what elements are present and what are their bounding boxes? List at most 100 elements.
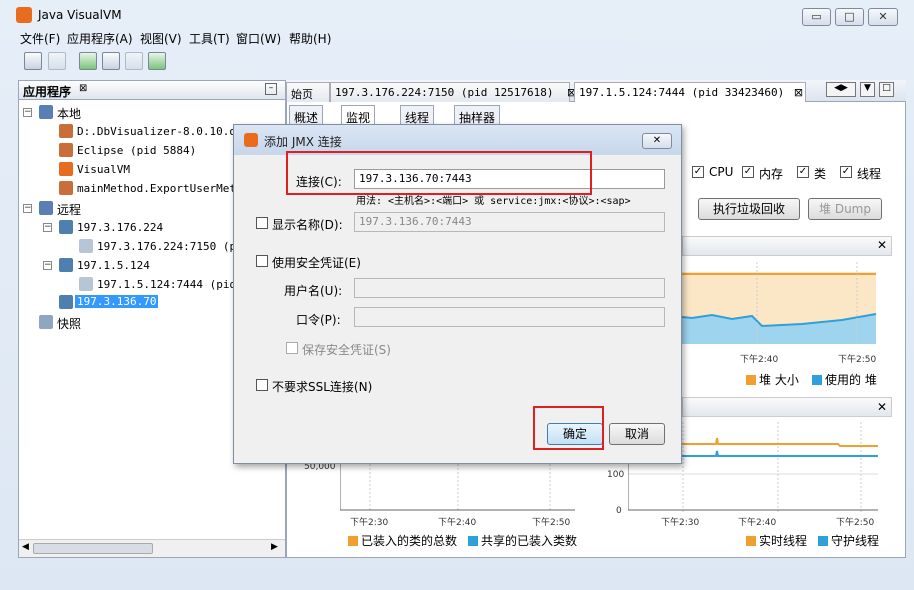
threads-panel-close-icon[interactable]: ✕ bbox=[877, 400, 887, 414]
classes-check-label: 类 bbox=[814, 167, 827, 181]
use-security-checkbox[interactable] bbox=[256, 255, 268, 267]
tree-item-mainmethod[interactable]: mainMethod.ExportUserMetho bbox=[77, 182, 249, 195]
heap-dump-button[interactable]: 堆 Dump bbox=[808, 198, 882, 220]
heap-dump-icon[interactable] bbox=[102, 52, 120, 70]
tab-conn-2[interactable]: 197.1.5.124:7444 (pid 33423460) ⊠ bbox=[574, 82, 806, 102]
classes-x-tick: 下午2:30 bbox=[350, 518, 389, 528]
dialog-close-button[interactable]: ✕ bbox=[642, 133, 672, 149]
legend-swatch bbox=[746, 536, 756, 546]
panel-title: 应用程序 bbox=[23, 85, 72, 99]
panel-minimize-icon[interactable]: – bbox=[265, 83, 277, 95]
open-snapshot-icon[interactable] bbox=[24, 52, 42, 70]
username-input[interactable] bbox=[354, 278, 665, 298]
tab-sampler[interactable]: 抽样器 bbox=[454, 105, 501, 126]
tree-conn-1[interactable]: 197.3.176.224:7150 (pid bbox=[97, 240, 249, 253]
classes-checkbox[interactable]: ✓ bbox=[797, 166, 809, 178]
visualvm-app-icon bbox=[16, 7, 32, 23]
display-name-checkbox[interactable] bbox=[256, 217, 268, 229]
heap-x-tick: 下午2:50 bbox=[838, 355, 877, 365]
tree-host-selected[interactable]: 197.3.136.70 bbox=[75, 295, 159, 308]
highlight-ok-box bbox=[533, 406, 604, 450]
memory-checkbox[interactable]: ✓ bbox=[742, 166, 754, 178]
cpu-check-label: CPU bbox=[709, 165, 734, 179]
tab-start-page[interactable]: 始页 bbox=[286, 82, 330, 102]
tree-remote-group[interactable]: 远程 bbox=[57, 201, 81, 218]
threads-panel-header bbox=[682, 397, 892, 417]
heap-panel-close-icon[interactable]: ✕ bbox=[877, 238, 887, 252]
threads-x-tick: 下午2:50 bbox=[836, 518, 875, 528]
tab-conn-1[interactable]: 197.3.176.224:7150 (pid 12517618) ⊠ bbox=[330, 82, 576, 102]
window-title: Java VisualVM bbox=[38, 8, 122, 22]
horizontal-scrollbar[interactable]: ◀ ▶ bbox=[19, 539, 285, 557]
threads-x-tick: 下午2:30 bbox=[661, 518, 700, 528]
panel-header: 应用程序 ⊠ – bbox=[19, 81, 285, 100]
tree-host-1[interactable]: 197.3.176.224 bbox=[77, 221, 163, 234]
maximize-button[interactable]: □ bbox=[835, 8, 864, 26]
thread-dump-icon[interactable] bbox=[125, 52, 143, 70]
tree-item-visualvm[interactable]: VisualVM bbox=[77, 163, 130, 176]
no-ssl-checkbox[interactable] bbox=[256, 379, 268, 391]
close-button[interactable]: ✕ bbox=[868, 8, 898, 26]
legend-used-heap-label: 使用的 堆 bbox=[825, 373, 877, 387]
tab-threads[interactable]: 线程 bbox=[400, 105, 435, 126]
menu-tools[interactable]: 工具(T) bbox=[189, 30, 230, 47]
menu-view[interactable]: 视图(V) bbox=[140, 30, 182, 47]
save-icon[interactable] bbox=[48, 52, 66, 70]
tree-snapshot-group[interactable]: 快照 bbox=[57, 315, 81, 332]
menu-help[interactable]: 帮助(H) bbox=[289, 30, 331, 47]
tree-local-group[interactable]: 本地 bbox=[57, 105, 81, 122]
classes-chart bbox=[340, 460, 575, 512]
password-input[interactable] bbox=[354, 307, 665, 327]
legend-swatch bbox=[818, 536, 828, 546]
document-tabs: 始页 197.3.176.224:7150 (pid 12517618) ⊠ 1… bbox=[286, 80, 906, 102]
legend-total-classes: 已装入的类的总数 bbox=[348, 532, 457, 549]
save-security-checkbox[interactable] bbox=[286, 342, 298, 354]
legend-used-heap: 使用的 堆 bbox=[812, 371, 877, 388]
collapse-toggle-icon[interactable]: − bbox=[23, 204, 32, 213]
restore-icon[interactable]: □ bbox=[879, 82, 894, 97]
menu-file[interactable]: 文件(F) bbox=[20, 30, 60, 47]
legend-shared-classes: 共享的已装入类数 bbox=[468, 532, 577, 549]
collapse-toggle-icon[interactable]: − bbox=[43, 261, 52, 270]
scroll-right-icon[interactable]: ▶ bbox=[271, 542, 278, 552]
tab-conn-2-label: 197.1.5.124:7444 (pid 33423460) bbox=[579, 86, 785, 99]
collapse-toggle-icon[interactable]: − bbox=[23, 108, 32, 117]
threads-checkbox[interactable]: ✓ bbox=[840, 166, 852, 178]
display-name-input[interactable]: 197.3.136.70:7443 bbox=[354, 212, 665, 232]
password-label: 口令(P): bbox=[296, 313, 341, 327]
tree-item-dbvisualizer[interactable]: D:.DbVisualizer-8.0.10.dbv bbox=[77, 125, 249, 138]
minimize-button[interactable]: ▭ bbox=[802, 8, 831, 26]
cpu-checkbox[interactable]: ✓ bbox=[692, 166, 704, 178]
add-remote-host-icon[interactable] bbox=[148, 52, 166, 70]
visualvm-app-icon bbox=[244, 133, 258, 147]
menu-application[interactable]: 应用程序(A) bbox=[67, 30, 133, 47]
tab-scroll-icon[interactable]: ◀▶ bbox=[826, 82, 856, 97]
legend-heap-size-label: 堆 大小 bbox=[759, 373, 799, 387]
tab-monitor[interactable]: 监视 bbox=[341, 105, 376, 126]
use-security-label: 使用安全凭证(E) bbox=[272, 256, 361, 270]
tab-close-icon[interactable]: ⊠ bbox=[794, 86, 803, 99]
menu-window[interactable]: 窗口(W) bbox=[236, 30, 281, 47]
tree-conn-2[interactable]: 197.1.5.124:7444 (pid 3 bbox=[97, 278, 249, 291]
tab-list-icon[interactable]: ▼ bbox=[860, 82, 875, 97]
collapse-toggle-icon[interactable]: − bbox=[43, 223, 52, 232]
scroll-left-icon[interactable]: ◀ bbox=[22, 542, 29, 552]
threads-x-tick: 下午2:40 bbox=[738, 518, 777, 528]
cancel-button[interactable]: 取消 bbox=[609, 423, 665, 445]
tree-item-eclipse[interactable]: Eclipse (pid 5884) bbox=[77, 144, 196, 157]
legend-swatch bbox=[468, 536, 478, 546]
tree-host-2[interactable]: 197.1.5.124 bbox=[77, 259, 150, 272]
scroll-thumb[interactable] bbox=[33, 543, 153, 554]
heap-chart bbox=[682, 262, 877, 346]
perform-gc-button[interactable]: 执行垃圾回收 bbox=[698, 198, 800, 220]
heap-x-tick: 下午2:40 bbox=[740, 355, 779, 365]
title-bar: Java VisualVM ▭ □ ✕ bbox=[0, 0, 914, 30]
legend-swatch bbox=[348, 536, 358, 546]
no-ssl-label: 不要求SSL连接(N) bbox=[272, 380, 373, 394]
add-jmx-connection-icon[interactable] bbox=[79, 52, 97, 70]
remote-host-icon bbox=[59, 220, 73, 234]
tab-overview[interactable]: 概述 bbox=[289, 105, 324, 126]
panel-close-icon[interactable]: ⊠ bbox=[79, 83, 87, 94]
remote-host-icon bbox=[59, 295, 73, 309]
legend-shared-classes-label: 共享的已装入类数 bbox=[481, 534, 578, 548]
